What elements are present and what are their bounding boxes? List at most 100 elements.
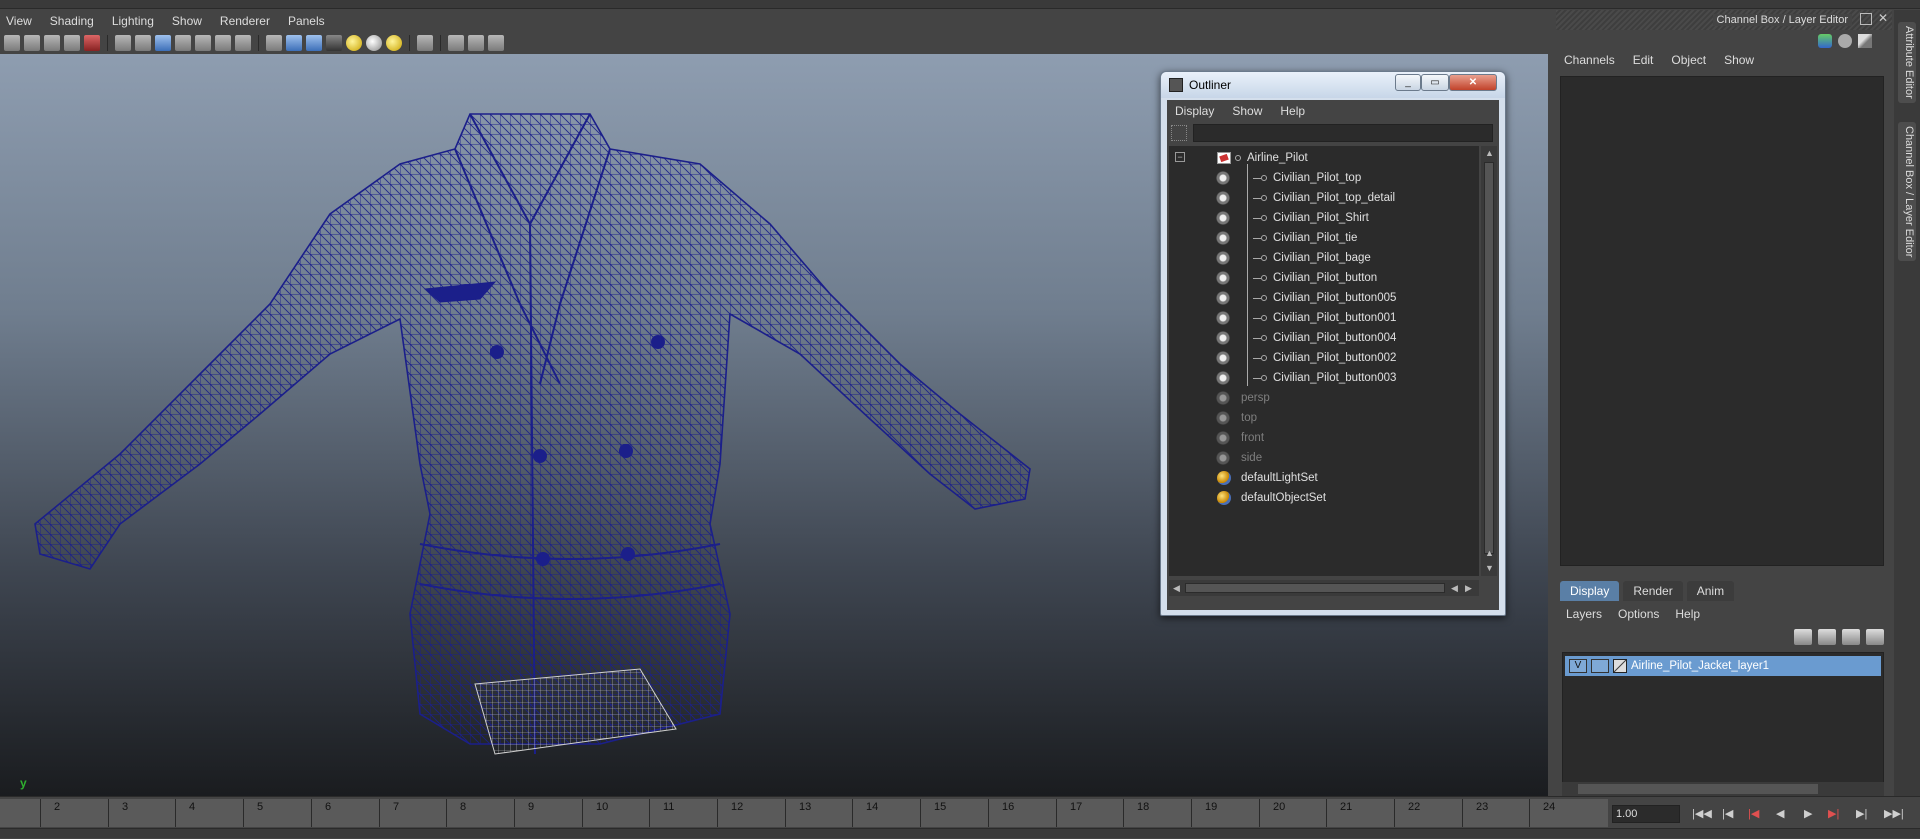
xray-joints-icon[interactable] [468, 35, 484, 51]
xray-icon[interactable] [448, 35, 464, 51]
tree-item-set[interactable]: defaultLightSet [1169, 468, 1479, 488]
tab-attribute-editor[interactable]: Attribute Editor [1898, 22, 1916, 103]
outliner-menu-display[interactable]: Display [1175, 104, 1214, 118]
play-backwards-icon[interactable]: ◀ [1776, 807, 1784, 820]
resolution-gate-icon[interactable] [155, 35, 171, 51]
safe-title-icon[interactable] [235, 35, 251, 51]
menu-layers[interactable]: Layers [1566, 607, 1602, 621]
tab-render[interactable]: Render [1623, 581, 1683, 601]
maximize-button[interactable]: ▭ [1421, 74, 1449, 91]
attribute-editor-toggle-icon[interactable] [1838, 34, 1852, 48]
gate-mask-icon[interactable] [175, 35, 191, 51]
ambient-occlusion-icon[interactable] [386, 35, 402, 51]
tree-item-child[interactable]: Civilian_Pilot_button003 [1169, 368, 1479, 388]
film-gate-icon[interactable] [135, 35, 151, 51]
2d-pan-zoom-icon[interactable] [84, 35, 100, 51]
tree-item-child[interactable]: Civilian_Pilot_Shirt [1169, 208, 1479, 228]
minimize-button[interactable]: _ [1395, 74, 1421, 91]
outliner-search-input[interactable] [1193, 124, 1493, 142]
filter-icon[interactable] [1171, 125, 1187, 141]
new-layer-icon[interactable] [1842, 629, 1860, 645]
play-forwards-icon[interactable]: ▶ [1804, 807, 1812, 820]
scroll-left-icon[interactable]: ◀ [1451, 583, 1458, 594]
shadows-icon[interactable] [366, 35, 382, 51]
tree-item-child[interactable]: Civilian_Pilot_top [1169, 168, 1479, 188]
field-chart-icon[interactable] [195, 35, 211, 51]
tree-item-child[interactable]: Civilian_Pilot_top_detail [1169, 188, 1479, 208]
tab-display[interactable]: Display [1560, 581, 1620, 601]
xray-components-icon[interactable] [488, 35, 504, 51]
scroll-thumb[interactable] [1484, 162, 1494, 554]
layer-row[interactable]: V Airline_Pilot_Jacket_layer1 [1565, 656, 1881, 676]
layer-list[interactable]: V Airline_Pilot_Jacket_layer1 [1562, 652, 1884, 792]
menu-show[interactable]: Show [172, 14, 202, 28]
outliner-menu-show[interactable]: Show [1232, 104, 1262, 118]
tree-item-camera[interactable]: front [1169, 428, 1479, 448]
menu-edit[interactable]: Edit [1633, 53, 1654, 73]
channel-box-area[interactable] [1560, 76, 1884, 566]
close-button[interactable]: ✕ [1449, 74, 1497, 91]
tab-channel-box-layer-editor[interactable]: Channel Box / Layer Editor [1898, 122, 1916, 262]
new-layer-from-selection-icon[interactable] [1866, 629, 1884, 645]
tree-item-child[interactable]: Civilian_Pilot_button004 [1169, 328, 1479, 348]
menu-options[interactable]: Options [1618, 607, 1659, 621]
step-back-frame-icon[interactable]: |◀ [1748, 807, 1759, 820]
tree-item-child[interactable]: Civilian_Pilot_button005 [1169, 288, 1479, 308]
outliner-titlebar[interactable]: Outliner _ ▭ ✕ [1161, 72, 1505, 98]
move-layer-up-icon[interactable] [1794, 629, 1812, 645]
wireframe-icon[interactable] [266, 35, 282, 51]
outliner-window[interactable]: Outliner _ ▭ ✕ Display Show Help − Airli… [1160, 71, 1506, 616]
current-time-field[interactable] [1612, 805, 1680, 823]
scroll-up-icon[interactable]: ▲ [1485, 148, 1494, 158]
layer-horizontal-scrollbar[interactable] [1562, 782, 1884, 796]
scroll-down-icon[interactable]: ▼ [1485, 563, 1494, 573]
select-camera-icon[interactable] [4, 35, 20, 51]
tree-item-child[interactable]: Civilian_Pilot_tie [1169, 228, 1479, 248]
safe-action-icon[interactable] [215, 35, 231, 51]
scroll-thumb[interactable] [1578, 784, 1818, 794]
tab-anim[interactable]: Anim [1686, 581, 1735, 601]
go-to-end-icon[interactable]: ▶▶| [1884, 807, 1904, 820]
tool-settings-toggle-icon[interactable] [1858, 34, 1872, 48]
go-to-start-icon[interactable]: |◀◀ [1692, 807, 1712, 820]
use-all-lights-icon[interactable] [346, 35, 362, 51]
layer-color-swatch[interactable] [1613, 659, 1627, 673]
camera-attributes-icon[interactable] [24, 35, 40, 51]
scroll-left-icon[interactable]: ◀ [1173, 583, 1180, 594]
wireframe-on-shaded-icon[interactable] [306, 35, 322, 51]
tree-item-child[interactable]: Civilian_Pilot_button002 [1169, 348, 1479, 368]
bookmark-icon[interactable] [44, 35, 60, 51]
move-layer-down-icon[interactable] [1818, 629, 1836, 645]
image-plane-icon[interactable] [64, 35, 80, 51]
tree-item-child[interactable]: Civilian_Pilot_bage [1169, 248, 1479, 268]
textured-icon[interactable] [326, 35, 342, 51]
grid-icon[interactable] [115, 35, 131, 51]
menu-channels[interactable]: Channels [1564, 53, 1615, 73]
menu-help[interactable]: Help [1675, 607, 1700, 621]
smooth-shade-icon[interactable] [286, 35, 302, 51]
menu-view[interactable]: View [6, 14, 32, 28]
tree-item-camera[interactable]: top [1169, 408, 1479, 428]
scroll-thumb[interactable] [1185, 583, 1445, 593]
outliner-tree[interactable]: − Airline_Pilot Civilian_Pilot_top Civil… [1169, 146, 1479, 576]
step-forward-key-icon[interactable]: ▶| [1856, 807, 1867, 820]
tree-item-child[interactable]: Civilian_Pilot_button001 [1169, 308, 1479, 328]
layer-playback-toggle[interactable] [1591, 659, 1609, 673]
menu-object[interactable]: Object [1671, 53, 1706, 73]
menu-renderer[interactable]: Renderer [220, 14, 270, 28]
scroll-right-icon[interactable]: ▶ [1465, 583, 1472, 594]
tree-item-camera[interactable]: side [1169, 448, 1479, 468]
range-slider[interactable] [0, 828, 1920, 838]
scroll-up-icon[interactable]: ▲ [1485, 548, 1494, 558]
menu-show[interactable]: Show [1724, 53, 1754, 73]
isolate-select-icon[interactable] [417, 35, 433, 51]
float-panel-icon[interactable] [1860, 13, 1872, 25]
outliner-menu-help[interactable]: Help [1280, 104, 1305, 118]
step-forward-frame-icon[interactable]: ▶| [1828, 807, 1839, 820]
close-panel-icon[interactable]: ✕ [1878, 11, 1888, 25]
tree-item-set[interactable]: defaultObjectSet [1169, 488, 1479, 508]
menu-panels[interactable]: Panels [288, 14, 325, 28]
tree-item-camera[interactable]: persp [1169, 388, 1479, 408]
outliner-vertical-scrollbar[interactable]: ▲ ▲ ▼ [1481, 146, 1497, 576]
time-ruler[interactable]: 2 3 4 5 6 7 8 9 10 11 12 13 14 15 16 17 18 19 20 21 22 23 24 [0, 799, 1608, 827]
